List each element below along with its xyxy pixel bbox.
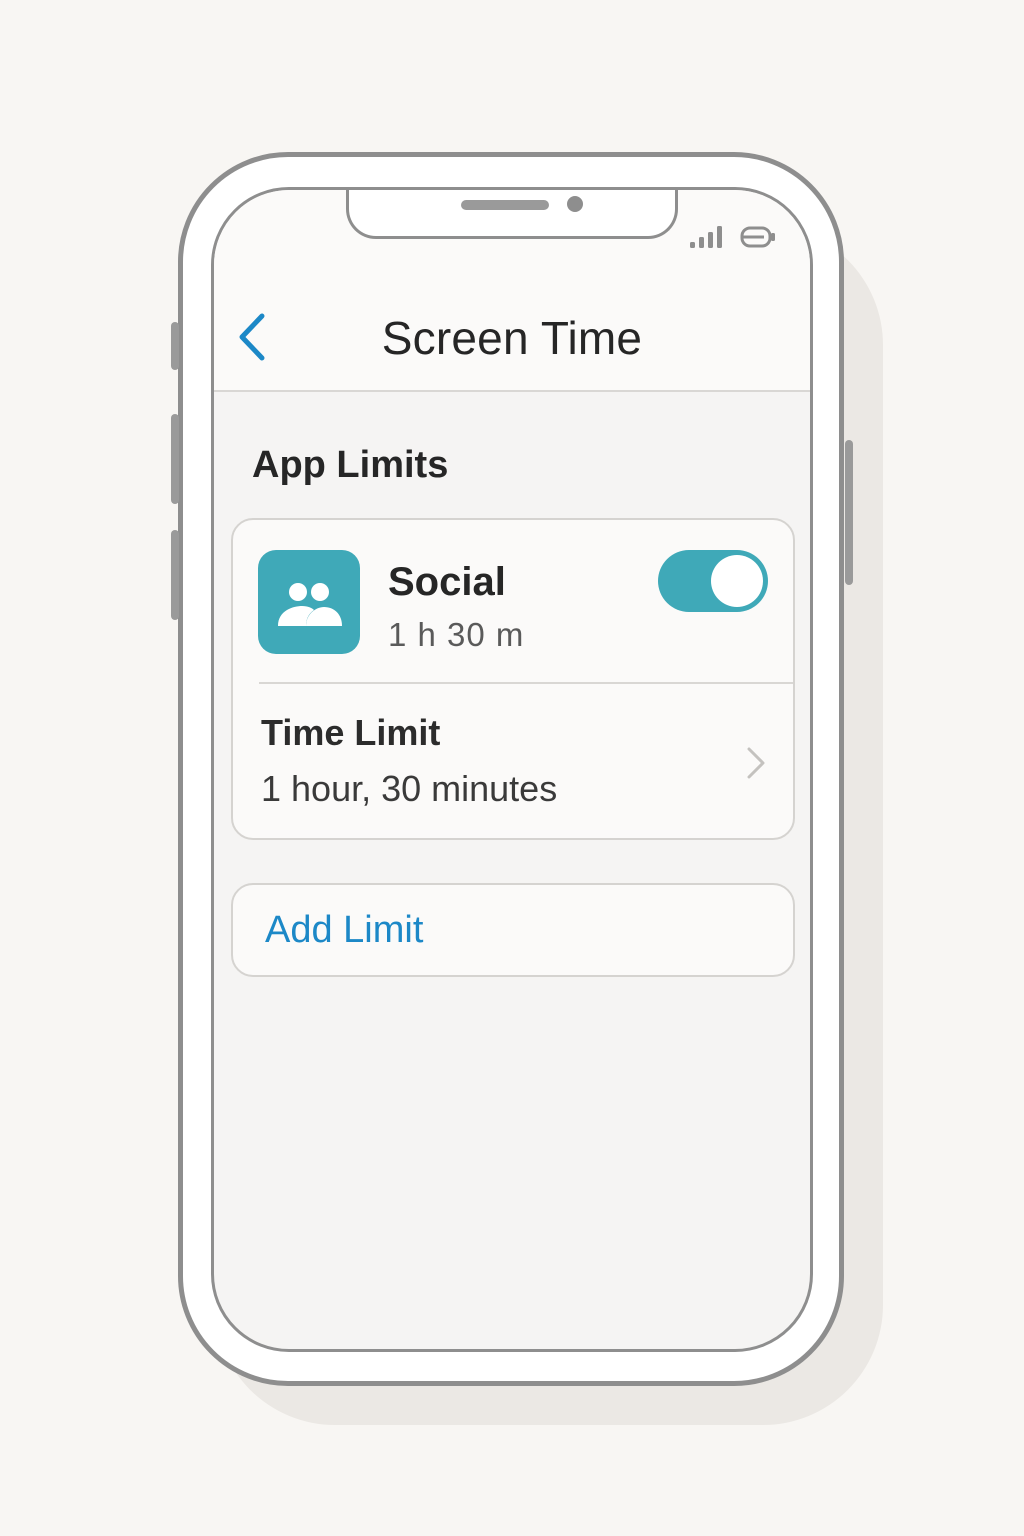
front-camera xyxy=(567,196,583,212)
people-icon xyxy=(278,583,342,626)
time-limit-value: 1 hour, 30 minutes xyxy=(261,768,558,809)
limit-toggle[interactable] xyxy=(658,550,768,612)
volume-up-button xyxy=(171,414,179,504)
add-limit-label: Add Limit xyxy=(265,909,424,951)
page-title: Screen Time xyxy=(381,312,643,364)
add-limit-button[interactable]: Add Limit xyxy=(231,883,795,977)
section-title: App Limits xyxy=(252,444,449,486)
toggle-knob xyxy=(711,555,763,607)
power-button xyxy=(845,440,853,585)
signal-icon xyxy=(690,226,722,248)
app-usage-time: 1 h 30 m xyxy=(388,616,525,653)
volume-down-button xyxy=(171,530,179,620)
notch xyxy=(346,190,678,239)
speaker-grille xyxy=(461,200,549,210)
phone-screen: Screen Time App Limits Social 1 h 30 m T… xyxy=(211,187,813,1352)
app-category-name: Social xyxy=(388,560,506,604)
time-limit-label: Time Limit xyxy=(261,712,441,753)
status-icons xyxy=(690,226,776,248)
mute-switch xyxy=(171,322,179,370)
chevron-right-icon xyxy=(747,747,765,779)
battery-icon xyxy=(740,226,775,248)
app-limit-card: Social 1 h 30 m Time Limit 1 hour, 30 mi… xyxy=(231,518,795,840)
social-app-icon xyxy=(258,550,360,654)
time-limit-row[interactable]: Time Limit 1 hour, 30 minutes xyxy=(233,684,793,840)
